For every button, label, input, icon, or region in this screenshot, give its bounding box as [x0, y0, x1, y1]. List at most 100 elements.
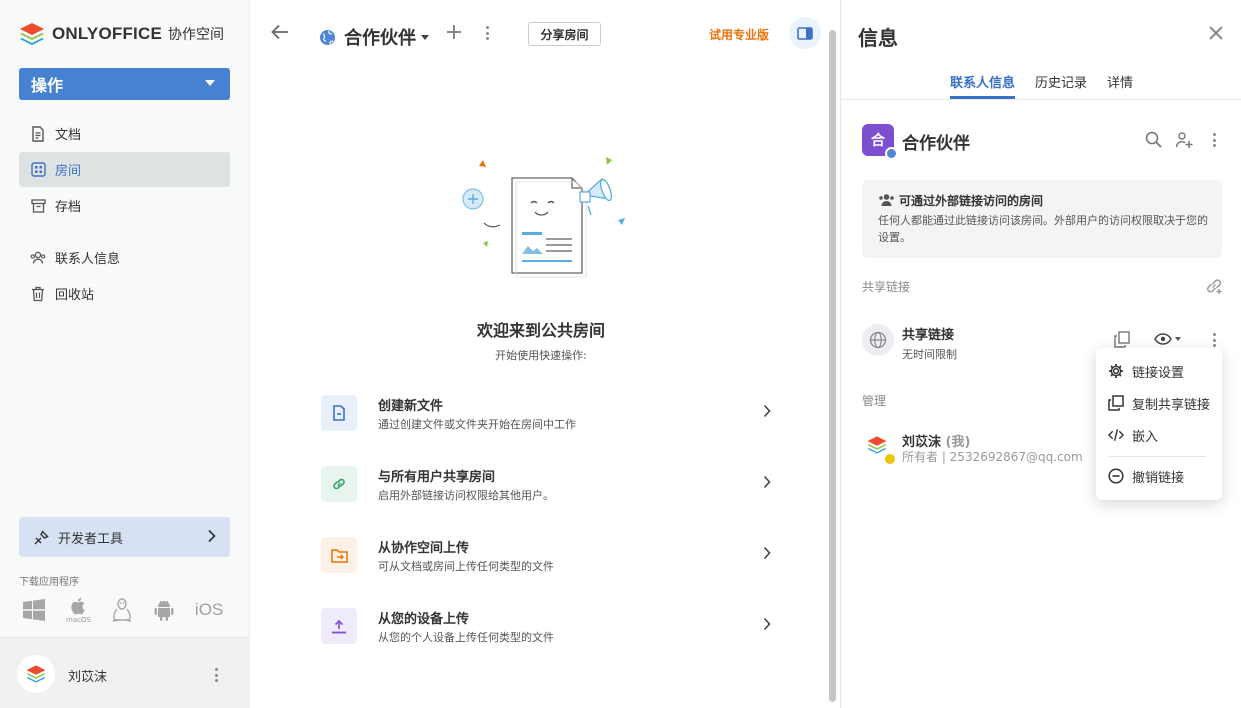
apple-icon: [71, 597, 86, 615]
actions-label: 操作: [31, 76, 64, 95]
info-panel-toggle-button[interactable]: [789, 17, 821, 49]
owner-crown-badge-icon: [883, 452, 897, 466]
room-logo: 合: [862, 124, 898, 160]
menu-item-link-settings[interactable]: 链接设置: [1096, 356, 1222, 386]
logo-subtitle: 协作空间: [168, 27, 224, 43]
quick-action-upload-from-docspace[interactable]: 从协作空间上传 可从文档或房间上传任何类型的文件: [321, 537, 771, 587]
android-app-link[interactable]: [153, 598, 175, 622]
logo[interactable]: ONLYOFFICE 协作空间: [18, 20, 224, 48]
sidebar-item-documents[interactable]: 文档: [19, 116, 230, 151]
external-link-notice: 可通过外部链接访问的房间 任何人都能通过此链接访问该房间。外部用户的访问权限取决…: [862, 180, 1222, 258]
manage-section-label: 管理: [862, 394, 887, 408]
add-plus-icon[interactable]: [446, 24, 462, 44]
room-more-icon[interactable]: [485, 26, 489, 40]
sidebar-item-label: 文档: [55, 128, 82, 143]
access-level-dropdown[interactable]: [1154, 333, 1181, 345]
menu-item-label: 撤销链接: [1132, 470, 1185, 486]
main-scrollbar[interactable]: [829, 30, 836, 702]
chevron-right-icon: [763, 617, 771, 631]
developer-tools-button[interactable]: 开发者工具: [19, 517, 230, 557]
sidebar-item-label: 房间: [55, 164, 82, 179]
back-arrow-icon[interactable]: [271, 24, 289, 44]
quick-action-title: 创建新文件: [378, 399, 444, 414]
sidebar-item-label: 回收站: [55, 288, 95, 303]
tab-details[interactable]: 详情: [1107, 72, 1133, 99]
notice-title: 可通过外部链接访问的房间: [899, 194, 1044, 208]
menu-item-copy-share-link[interactable]: 复制共享链接: [1096, 388, 1222, 418]
app-download-list: macOS iOS: [22, 596, 243, 624]
quick-action-title: 从您的设备上传: [378, 612, 470, 627]
room-title-dropdown[interactable]: 合作伙伴: [319, 24, 429, 50]
menu-item-embed[interactable]: 嵌入: [1096, 420, 1222, 450]
copy-icon: [1108, 395, 1124, 411]
quick-action-description: 可从文档或房间上传任何类型的文件: [378, 560, 554, 573]
sidebar-item-label: 存档: [55, 200, 82, 215]
linux-app-link[interactable]: [111, 597, 133, 623]
quick-action-title: 从协作空间上传: [378, 541, 470, 556]
ios-app-link[interactable]: iOS: [195, 600, 223, 620]
share-room-label: 分享房间: [540, 27, 589, 42]
search-icon[interactable]: [1145, 131, 1162, 152]
eye-icon: [1154, 333, 1172, 345]
add-user-icon[interactable]: [1175, 131, 1193, 153]
globe-badge-icon: [885, 147, 898, 160]
caret-down-icon: [1175, 337, 1181, 341]
chevron-right-icon: [763, 546, 771, 560]
developer-tools-label: 开发者工具: [58, 531, 124, 547]
sidebar-item-archive[interactable]: 存档: [19, 188, 230, 223]
menu-separator: [1108, 456, 1206, 457]
user-profile[interactable]: 刘苡沫: [0, 637, 250, 708]
share-link-expiry: 无时间限制: [902, 348, 957, 361]
owner-role-email: 所有者 | 2532692867@qq.com: [902, 450, 1083, 464]
code-icon: [1108, 427, 1124, 443]
share-room-button[interactable]: 分享房间: [528, 22, 601, 46]
contacts-icon: [30, 250, 46, 266]
try-pro-link[interactable]: 试用专业版: [709, 26, 769, 43]
sidebar-item-trash[interactable]: 回收站: [19, 276, 230, 311]
chevron-right-icon: [763, 475, 771, 489]
close-icon[interactable]: [1209, 26, 1223, 44]
onlyoffice-logo-icon: [20, 23, 44, 45]
actions-button[interactable]: 操作: [19, 68, 230, 100]
info-tabs: 联系人信息 历史记录 详情: [841, 72, 1241, 100]
link-icon: [321, 466, 357, 502]
download-apps-label: 下载应用程序: [19, 577, 79, 588]
sidebar-item-label: 联系人信息: [55, 252, 121, 267]
logo-text: ONLYOFFICE: [52, 24, 162, 43]
document-icon: [30, 125, 46, 142]
menu-item-label: 链接设置: [1132, 365, 1185, 381]
tab-history[interactable]: 历史记录: [1035, 72, 1087, 99]
quick-action-create-file[interactable]: 创建新文件 通过创建文件或文件夹开始在房间中工作: [321, 395, 771, 445]
quick-action-upload-from-device[interactable]: 从您的设备上传 从您的个人设备上传任何类型的文件: [321, 608, 771, 658]
sidebar: ONLYOFFICE 协作空间 操作 文档 房间 存档 联系人信息 回收站 开发…: [0, 0, 250, 708]
room-title: 合作伙伴: [344, 28, 416, 49]
share-link-globe-icon: [862, 324, 894, 356]
quick-action-description: 从您的个人设备上传任何类型的文件: [378, 631, 554, 644]
welcome-subtitle: 开始使用快速操作:: [495, 349, 587, 362]
quick-action-description: 通过创建文件或文件夹开始在房间中工作: [378, 418, 576, 431]
add-link-icon[interactable]: [1205, 277, 1223, 299]
ios-label: iOS: [194, 600, 224, 619]
share-link-context-menu: 链接设置 复制共享链接 嵌入 撤销链接: [1096, 348, 1222, 500]
user-menu-more-icon[interactable]: [214, 668, 218, 682]
share-link-more-icon[interactable]: [1212, 333, 1216, 347]
main-content: 合作伙伴 分享房间 试用专业版 欢迎来到公共房间 开始使用快速操作: 创建新文件…: [251, 0, 839, 708]
sidebar-item-rooms[interactable]: 房间: [19, 152, 230, 187]
quick-action-share-room[interactable]: 与所有用户共享房间 启用外部链接访问权限给其他用户。: [321, 466, 771, 516]
sidebar-item-contacts[interactable]: 联系人信息: [19, 240, 230, 275]
avatar[interactable]: [17, 655, 55, 693]
welcome-title: 欢迎来到公共房间: [476, 321, 605, 340]
windows-app-link[interactable]: [22, 598, 46, 622]
menu-item-revoke-link[interactable]: 撤销链接: [1096, 461, 1222, 491]
linux-icon: [112, 598, 132, 622]
info-panel-title: 信息: [858, 26, 898, 50]
room-info-more-icon[interactable]: [1212, 133, 1216, 147]
user-name: 刘苡沫: [68, 670, 108, 685]
upload-from-docspace-icon: [321, 537, 357, 573]
share-links-section-label: 共享链接: [862, 280, 911, 294]
tab-contacts[interactable]: 联系人信息: [950, 72, 1016, 99]
globe-icon: [320, 29, 335, 45]
people-icon: [879, 194, 894, 206]
empty-room-illustration: [456, 150, 636, 284]
macos-app-link[interactable]: macOS: [66, 596, 91, 624]
